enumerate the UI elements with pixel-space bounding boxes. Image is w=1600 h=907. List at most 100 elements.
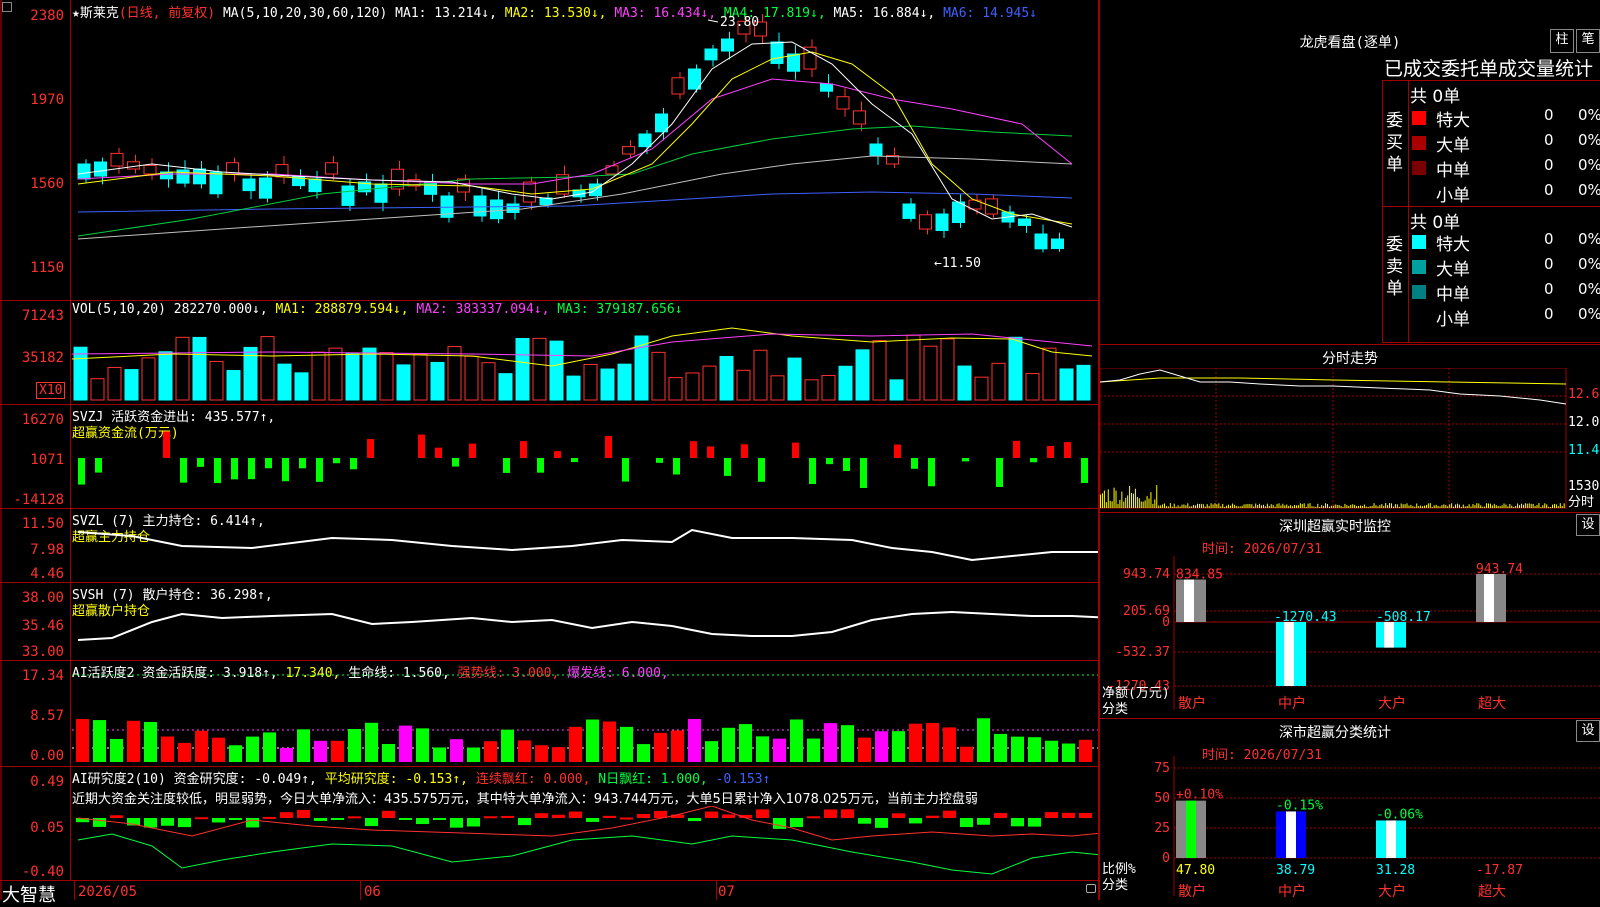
intraday-vol-bar xyxy=(1235,505,1237,508)
svzl-chart[interactable] xyxy=(72,518,1098,580)
volume-bar xyxy=(532,337,547,401)
volume-bar xyxy=(753,349,768,401)
sz-settings-button[interactable]: 设 xyxy=(1576,514,1600,536)
activity-bar xyxy=(739,724,752,762)
intraday-vol-bar xyxy=(1167,506,1169,508)
fund-flow-bar xyxy=(248,458,255,480)
intraday-vol-bar xyxy=(1365,506,1367,508)
activity-bar xyxy=(994,733,1007,762)
intraday-vol-bar xyxy=(1392,506,1394,508)
vol-unit-badge[interactable]: X10 xyxy=(36,382,66,399)
candle xyxy=(358,173,371,196)
activity-bar xyxy=(688,718,701,762)
intraday-vol-bar xyxy=(1536,504,1538,508)
activity-bar xyxy=(399,725,412,762)
activity-bar xyxy=(654,732,667,762)
fund-flow-bar xyxy=(350,458,357,470)
intraday-vol-bar xyxy=(1375,505,1377,508)
fund-flow-bar xyxy=(503,458,510,473)
intraday-vol-bar xyxy=(1458,504,1460,508)
research-bar xyxy=(331,818,344,820)
volume-bar xyxy=(855,349,870,401)
research-bar xyxy=(790,818,803,828)
candle xyxy=(787,45,800,80)
intraday-vol-bar xyxy=(1359,505,1361,508)
fund-flow-bar xyxy=(282,458,289,482)
order-row-label: 小单 xyxy=(1436,310,1470,330)
date-tick-2 xyxy=(716,880,717,900)
intraday-vol-bar xyxy=(1257,504,1259,508)
svzj-chart[interactable] xyxy=(72,418,1098,506)
intraday-vol-bar xyxy=(1107,489,1109,508)
fund-flow-bar xyxy=(265,458,272,469)
intraday-vol-bar xyxy=(1449,504,1451,508)
activity-bar xyxy=(450,739,463,762)
activity-bar xyxy=(1079,739,1092,762)
tick-view-button[interactable]: 笔 xyxy=(1576,29,1600,53)
ai1-chart[interactable] xyxy=(72,664,1098,764)
intraday-vol-bar xyxy=(1270,504,1272,508)
sz-time: 时间: 2026/07/31 xyxy=(1202,542,1322,557)
volume-bar xyxy=(617,363,632,401)
ma2-line xyxy=(77,51,1073,225)
sz-category-label: 散户 xyxy=(1178,695,1206,712)
intraday-vol-bar xyxy=(1249,504,1251,508)
research-bar xyxy=(399,818,412,820)
volume-chart[interactable] xyxy=(72,314,1098,402)
svsh-axis-1: 35.46 xyxy=(21,618,64,634)
research-bar xyxy=(450,818,463,828)
research-bar xyxy=(824,809,837,818)
intraday-axis-2: 11.47 xyxy=(1568,443,1600,458)
intraday-vol-bar xyxy=(1451,503,1453,508)
activity-bar xyxy=(790,719,803,762)
candle xyxy=(919,210,932,235)
fund-flow-bar xyxy=(1047,445,1054,458)
intraday-vol-bar xyxy=(1276,503,1278,508)
sz-bar-label: 834.85 xyxy=(1176,568,1223,583)
intraday-vol-bar xyxy=(1288,505,1290,508)
sz-monitor-chart[interactable]: 943.74205.690-532.37-1270.43834.85散户-127… xyxy=(1100,556,1600,716)
ai2-nday-red: N日飘红: 1.000, xyxy=(598,772,708,787)
intraday-vol-bar xyxy=(1191,506,1193,508)
intraday-vol-bar xyxy=(1284,505,1286,508)
fund-flow-bar xyxy=(537,458,544,473)
intraday-vol-bar xyxy=(1363,504,1365,508)
fund-flow-bar xyxy=(928,458,935,487)
column-view-button[interactable]: 柱 xyxy=(1550,29,1574,53)
intraday-vol-bar xyxy=(1134,488,1136,508)
sz-bar-label: -508.17 xyxy=(1376,610,1431,625)
lock-icon[interactable] xyxy=(1086,884,1096,893)
intraday-vol-bar xyxy=(1361,505,1363,508)
volume-bar xyxy=(362,347,377,401)
intraday-chart[interactable]: 12.67 12.07 11.47 15309 分时 xyxy=(1100,368,1600,510)
sz-axis-label: 943.74 xyxy=(1123,567,1170,582)
intraday-vol-bar xyxy=(1563,503,1565,508)
price-axis-3: 1150 xyxy=(30,260,64,276)
activity-bar xyxy=(841,725,854,762)
ai2-research: AI研究度2(10) 资金研究度: -0.049↑, xyxy=(72,772,317,787)
intraday-vol-bar xyxy=(1169,503,1171,508)
fund-flow-bar xyxy=(333,458,340,464)
intraday-axis-0: 12.67 xyxy=(1568,387,1600,402)
volume-bar xyxy=(413,353,428,401)
candle xyxy=(1051,232,1064,252)
research-bar xyxy=(960,818,973,828)
intraday-vol-bar xyxy=(1226,505,1228,508)
class-top-label: +0.10% xyxy=(1176,788,1223,803)
price-chart[interactable]: 23.80 ←11.50 xyxy=(72,14,1098,298)
date-tick-0 xyxy=(74,880,75,900)
volume-bar xyxy=(396,364,411,401)
intraday-vol-bar xyxy=(1323,505,1325,508)
intraday-vol-bar xyxy=(1156,485,1158,508)
ai2-chart[interactable] xyxy=(72,806,1098,878)
fund-flow-bar xyxy=(571,458,578,463)
svsh-chart[interactable] xyxy=(72,592,1098,658)
class-settings-button[interactable]: 设 xyxy=(1576,720,1600,742)
buy-total: 共 0单 xyxy=(1410,87,1461,107)
class-stats-chart[interactable]: 75 50 25 0 +0.10% 47.80 散户 -0.15% 38.79 中户 -0.06% 3… xyxy=(1100,756,1600,900)
intraday-vol-bar xyxy=(1443,504,1445,508)
activity-bar xyxy=(212,737,225,762)
ai2-continuous-red: 连续飘红: 0.000, xyxy=(475,772,591,787)
order-stats-tabs[interactable]: 已成交委托单成交量统计 xyxy=(1384,54,1593,81)
svzj-axis-2: -14128 xyxy=(13,492,64,508)
